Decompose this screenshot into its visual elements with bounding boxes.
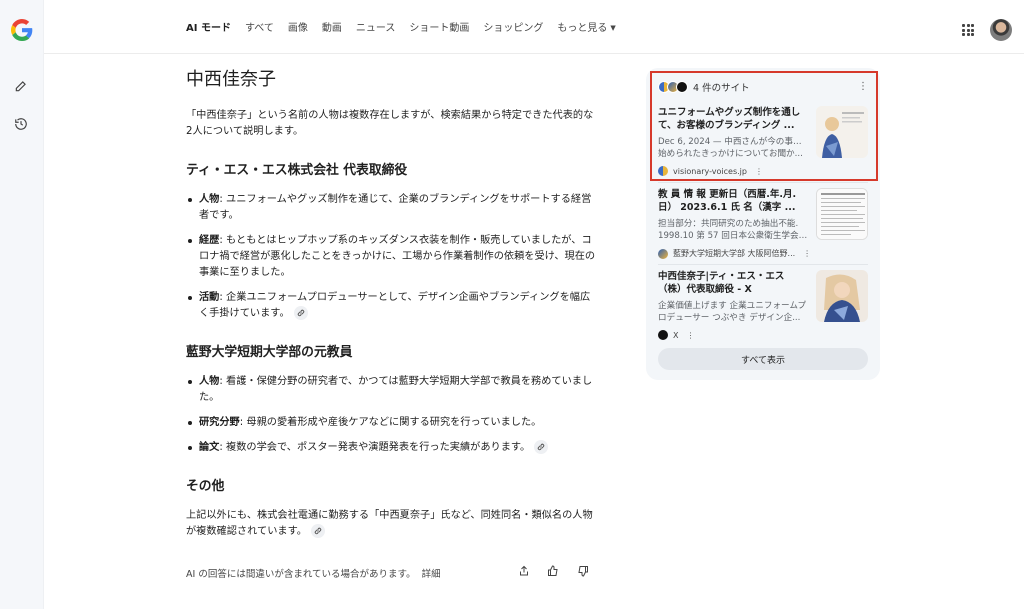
more-options-icon[interactable]: ⋮	[755, 167, 763, 176]
google-g-logo[interactable]	[11, 19, 33, 41]
paragraph-text: 上記以外にも、株式会社電通に勤務する「中西夏奈子」氏など、同姓同名・類似名の人物…	[186, 510, 593, 537]
tab-shopping[interactable]: ショッピング	[483, 22, 543, 36]
disclaimer-more-link[interactable]: 詳細	[422, 566, 441, 580]
source-favicons	[658, 81, 688, 93]
snippet-line: 始められたきっかけについてお聞か...	[658, 149, 803, 159]
source-thumbnail	[816, 270, 868, 322]
item-text: : 複数の学会で、ポスター発表や演題発表を行った実績があります。	[219, 442, 531, 453]
snippet-line: 担当部分：共同研究のため抽出不能.	[658, 219, 799, 229]
tab-videos[interactable]: 動画	[322, 22, 342, 36]
source-card[interactable]: 教 員 情 報 更新日（西暦.年.月.日） 2023.6.1 氏 名（漢字 ..…	[658, 188, 868, 259]
history-icon[interactable]	[11, 114, 31, 134]
list-item: 研究分野: 母親の愛着形成や産後ケアなどに関する研究を行っていました。	[186, 415, 598, 431]
snippet-line: Dec 6, 2024 — 中西さんが今の事業を	[658, 137, 808, 147]
source-snippet: 担当部分：共同研究のため抽出不能. 1998.10 第 57 回日本公衆衛生学会,…	[658, 218, 808, 242]
avatar[interactable]	[990, 19, 1012, 41]
item-label: 活動	[199, 292, 220, 303]
thumbs-up-icon[interactable]	[545, 563, 561, 579]
tab-news[interactable]: ニュース	[356, 22, 396, 36]
caret-down-icon: ▼	[610, 24, 616, 32]
sources-count: 4 件のサイト	[693, 83, 750, 94]
list-item: 人物: 看護・保健分野の研究者で、かつては藍野大学短期大学部で教員を務めていまし…	[186, 374, 598, 406]
ai-answer: 中西佳奈子 「中西佳奈子」という名前の人物は複数存在しますが、検索結果から特定で…	[186, 66, 598, 540]
source-name: 藍野大学短期大学部 大阪阿倍野...	[673, 249, 796, 258]
tab-short-videos[interactable]: ショート動画	[409, 22, 469, 36]
item-text: : もともとはヒップホップ系のキッズダンス衣装を制作・販売していましたが、コロナ…	[199, 235, 596, 278]
item-text: : 看護・保健分野の研究者で、かつては藍野大学短期大学部で教員を務めていました。	[199, 376, 593, 403]
snippet-line: 1998.10 第 57 回日本公衆衛生学会,...	[658, 231, 808, 241]
sources-panel: 4 件のサイト ⋮ ユニフォームやグッズ制作を通して、お客様のブランディング .…	[646, 68, 880, 380]
tab-all[interactable]: すべて	[245, 22, 274, 36]
answer-footer: AI の回答には間違いが含まれている場合があります。 詳細	[186, 563, 598, 580]
divider	[658, 182, 868, 183]
x-favicon	[658, 330, 668, 340]
link-icon[interactable]	[534, 440, 549, 454]
tab-more-label: もっと見る	[557, 23, 608, 34]
answer-intro: 「中西佳奈子」という名前の人物は複数存在しますが、検索結果から特定できた代表的な…	[186, 110, 594, 137]
source-site: X ⋮	[658, 330, 868, 340]
source-snippet: 企業価値上げます 企業ユニフォームプ ロデューサー つぶやき デザイン企...	[658, 300, 808, 324]
item-label: 人物	[199, 194, 220, 205]
link-icon[interactable]	[310, 524, 325, 538]
top-bar: AI モード すべて 画像 動画 ニュース ショート動画 ショッピング もっと見…	[44, 0, 1024, 54]
left-rail	[0, 0, 44, 609]
more-options-icon[interactable]: ⋮	[803, 249, 811, 258]
sources-header: 4 件のサイト	[658, 80, 750, 94]
list-item: 経歴: もともとはヒップホップ系のキッズダンス衣装を制作・販売していましたが、コ…	[186, 233, 598, 281]
source-snippet: Dec 6, 2024 — 中西さんが今の事業を 始められたきっかけについてお聞か…	[658, 136, 808, 160]
share-icon[interactable]	[516, 563, 532, 579]
section-heading: 藍野大学短期大学部の元教員	[186, 345, 353, 360]
search-mode-tabs: AI モード すべて 画像 動画 ニュース ショート動画 ショッピング もっと見…	[186, 22, 616, 36]
more-options-icon[interactable]: ⋮	[686, 331, 694, 340]
new-chat-icon[interactable]	[11, 76, 31, 96]
source-card[interactable]: 中西佳奈子|ティ・エス・エス（株）代表取締役 - X 企業価値上げます 企業ユニ…	[658, 270, 868, 340]
item-text: : 企業ユニフォームプロデューサーとして、デザイン企画やブランディングを幅広く手…	[199, 292, 591, 319]
x-favicon	[676, 81, 688, 93]
thumbs-down-icon[interactable]	[575, 563, 591, 579]
show-all-button[interactable]: すべて表示	[658, 348, 868, 370]
list-item: 活動: 企業ユニフォームプロデューサーとして、デザイン企画やブランディングを幅広…	[186, 290, 598, 322]
snippet-line: ロデューサー つぶやき デザイン企...	[658, 313, 801, 323]
list-item: 論文: 複数の学会で、ポスター発表や演題発表を行った実績があります。	[186, 440, 598, 456]
item-label: 論文	[199, 442, 220, 453]
item-label: 経歴	[199, 235, 220, 246]
bullet-list: 人物: ユニフォームやグッズ制作を通じて、企業のブランディングをサポートする経営…	[186, 192, 598, 322]
source-thumbnail	[816, 188, 868, 240]
visionary-voices-favicon	[658, 166, 668, 176]
disclaimer-text: AI の回答には間違いが含まれている場合があります。	[186, 569, 416, 580]
aino-favicon	[658, 248, 668, 259]
item-label: 研究分野	[199, 417, 240, 428]
source-site: visionary-voices.jp ⋮	[658, 166, 868, 176]
tab-ai-mode[interactable]: AI モード	[186, 22, 231, 36]
page-title: 中西佳奈子	[186, 69, 276, 90]
tab-more[interactable]: もっと見る ▼	[557, 22, 615, 36]
list-item: 人物: ユニフォームやグッズ制作を通じて、企業のブランディングをサポートする経営…	[186, 192, 598, 224]
item-text: : ユニフォームやグッズ制作を通じて、企業のブランディングをサポートする経営者で…	[199, 194, 592, 221]
item-text: : 母親の愛着形成や産後ケアなどに関する研究を行っていました。	[239, 417, 542, 428]
source-title: 中西佳奈子|ティ・エス・エス（株）代表取締役 - X	[658, 271, 785, 295]
divider	[658, 264, 868, 265]
section-heading: ティ・エス・エス株式会社 代表取締役	[186, 163, 408, 178]
section-paragraph: 上記以外にも、株式会社電通に勤務する「中西夏奈子」氏など、同姓同名・類似名の人物…	[186, 508, 598, 540]
bullet-list: 人物: 看護・保健分野の研究者で、かつては藍野大学短期大学部で教員を務めていまし…	[186, 374, 598, 456]
source-site: 藍野大学短期大学部 大阪阿倍野... ⋮	[658, 248, 868, 259]
source-name: visionary-voices.jp	[673, 166, 747, 176]
more-options-icon[interactable]: ⋮	[858, 82, 868, 92]
item-label: 人物	[199, 376, 220, 387]
source-thumbnail	[816, 106, 868, 158]
snippet-line: 企業価値上げます 企業ユニフォームプ	[658, 301, 807, 311]
source-title: 教 員 情 報 更新日（西暦.年.月.日） 2023.6.1 氏 名（漢字 ..…	[658, 189, 797, 213]
section-heading: その他	[186, 479, 225, 494]
apps-grid-icon[interactable]	[962, 24, 974, 36]
source-card[interactable]: ユニフォームやグッズ制作を通して、お客様のブランディング ... Dec 6, …	[658, 106, 868, 176]
tab-images[interactable]: 画像	[288, 22, 308, 36]
link-icon[interactable]	[293, 306, 308, 320]
source-title: ユニフォームやグッズ制作を通して、お客様のブランディング ...	[658, 107, 801, 131]
source-name: X	[673, 330, 679, 340]
